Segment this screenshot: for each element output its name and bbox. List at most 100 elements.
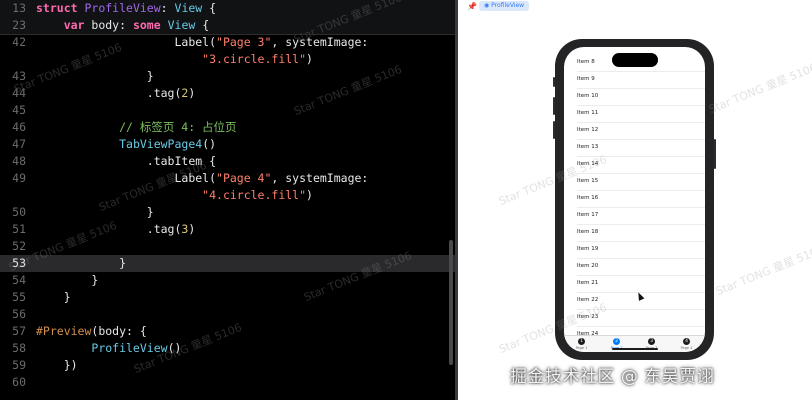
code-token: "Page 4": [216, 171, 272, 185]
list-item-label: Item 8: [577, 59, 595, 65]
list-item[interactable]: Item 21: [564, 276, 705, 293]
list-item[interactable]: Item 12: [564, 123, 705, 140]
list-item[interactable]: Item 13: [564, 140, 705, 157]
line-number: 50: [12, 205, 26, 219]
power-button: [714, 139, 716, 169]
line-number: 49: [12, 171, 26, 185]
code-token: }): [36, 358, 78, 372]
code-line[interactable]: 50 }: [0, 204, 455, 221]
list-item[interactable]: Item 20: [564, 259, 705, 276]
code-text: // 标签页 4: 占位页: [36, 119, 237, 136]
number-circle-icon: 2: [613, 338, 620, 345]
code-text: struct ProfileView: View {: [36, 0, 216, 17]
line-number: 57: [12, 324, 26, 338]
code-line[interactable]: 59 }): [0, 357, 455, 374]
list-item-label: Item 13: [577, 144, 599, 150]
credit-watermark: 掘金技术社区 @ 东吴贾诩: [510, 367, 715, 387]
list-item-label: Item 16: [577, 195, 599, 201]
code-token: }: [36, 205, 154, 219]
code-token: View: [167, 18, 196, 32]
code-line[interactable]: 42 Label("Page 3", systemImage:: [0, 34, 455, 51]
code-line[interactable]: 23 var body: some View {: [0, 17, 455, 34]
code-token: #Preview: [36, 324, 92, 338]
number-circle-icon: 1: [578, 338, 585, 345]
list-item[interactable]: Item 11: [564, 106, 705, 123]
preview-name-badge[interactable]: ◉ ProfileView: [479, 1, 530, 11]
list-item[interactable]: Item 15: [564, 174, 705, 191]
tab-label: Page 1: [575, 346, 588, 350]
list-item-label: Item 20: [577, 263, 599, 269]
eye-icon: ◉: [484, 2, 490, 9]
list-item-label: Item 9: [577, 76, 595, 82]
code-token: struct: [36, 1, 78, 15]
tab-page-1[interactable]: 1 Page 1: [564, 337, 599, 352]
code-line[interactable]: 60: [0, 374, 455, 391]
code-token: "4.circle.fill": [202, 188, 307, 202]
code-token: TabViewPage4: [119, 137, 203, 151]
list-item-label: Item 11: [577, 110, 599, 116]
code-text: }: [36, 204, 154, 221]
code-token: "Page 3": [216, 35, 272, 49]
code-line[interactable]: "4.circle.fill"): [0, 187, 455, 204]
list-item[interactable]: Item 18: [564, 225, 705, 242]
code-line[interactable]: 48 .tabItem {: [0, 153, 455, 170]
code-token: "3.circle.fill": [202, 52, 307, 66]
list-item-label: Item 18: [577, 229, 599, 235]
code-line[interactable]: 58 ProfileView(): [0, 340, 455, 357]
code-line[interactable]: 54 }: [0, 272, 455, 289]
code-text: }: [36, 272, 98, 289]
line-number: 48: [12, 154, 26, 168]
list-item[interactable]: Item 10: [564, 89, 705, 106]
code-line[interactable]: 46 // 标签页 4: 占位页: [0, 119, 455, 136]
silent-switch: [553, 77, 555, 87]
line-number: 23: [12, 18, 26, 32]
code-line[interactable]: 44 .tag(2): [0, 85, 455, 102]
number-circle-icon: 4: [683, 338, 690, 345]
line-number: 55: [12, 290, 26, 304]
line-number: 46: [12, 120, 26, 134]
editor-scrollbar[interactable]: [449, 240, 453, 365]
code-text: #Preview(body: {: [36, 323, 147, 340]
line-number: 47: [12, 137, 26, 151]
list-item[interactable]: Item 8: [564, 55, 705, 72]
code-line[interactable]: 47 TabViewPage4(): [0, 136, 455, 153]
home-indicator: [612, 348, 658, 350]
list-item[interactable]: Item 19: [564, 242, 705, 259]
line-number: 58: [12, 341, 26, 355]
pin-icon[interactable]: 📌: [467, 3, 477, 11]
volume-down-button: [553, 121, 555, 139]
list-item[interactable]: Item 9: [564, 72, 705, 89]
list-item[interactable]: Item 16: [564, 191, 705, 208]
code-text: }): [36, 357, 78, 374]
code-line[interactable]: 49 Label("Page 4", systemImage:: [0, 170, 455, 187]
code-text: var body: some View {: [36, 17, 209, 34]
list-item[interactable]: Item 17: [564, 208, 705, 225]
code-line[interactable]: 55 }: [0, 289, 455, 306]
line-number: 60: [12, 375, 26, 389]
code-line[interactable]: 45: [0, 102, 455, 119]
code-token: ): [188, 222, 196, 236]
list-item-label: Item 21: [577, 280, 599, 286]
code-text: "4.circle.fill"): [36, 187, 313, 204]
code-token: ProfileView: [84, 1, 161, 15]
line-number: 42: [12, 35, 26, 49]
list-item-label: Item 10: [577, 93, 599, 99]
code-token: // 标签页 4: 占位页: [119, 120, 237, 134]
code-token: :: [160, 1, 175, 15]
code-token: View: [174, 1, 203, 15]
code-token: (): [202, 137, 217, 151]
code-token: ): [306, 188, 313, 202]
tab-page-4[interactable]: 4 Page 4: [669, 337, 704, 352]
line-number: 51: [12, 222, 26, 236]
code-line[interactable]: 56: [0, 306, 455, 323]
code-token: ): [306, 52, 313, 66]
list-item-label: Item 15: [577, 178, 599, 184]
line-number: 59: [12, 358, 26, 372]
line-number: 13: [12, 1, 26, 15]
code-token: ): [188, 86, 196, 100]
number-circle-icon: 3: [648, 338, 655, 345]
code-token: {: [195, 18, 210, 32]
code-text: TabViewPage4(): [36, 136, 216, 153]
